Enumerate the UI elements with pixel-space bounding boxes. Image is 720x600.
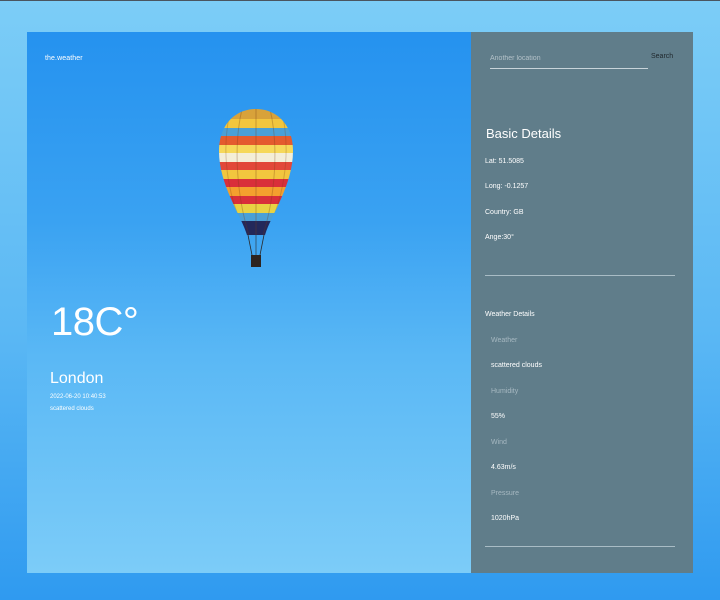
weather-label: Weather [491,337,518,344]
weather-description: scattered clouds [50,406,94,412]
temperature-display: 18C° [51,300,139,344]
window-top-border [0,0,720,1]
weather-value: scattered clouds [491,362,542,369]
latitude-value: Lat: 51.5085 [485,158,524,165]
brand-logo[interactable]: the.weather [45,55,83,62]
date-time: 2022-06-20 10:40:53 [50,394,106,400]
pressure-label: Pressure [491,490,520,497]
wind-value: 4.63m/s [491,464,516,471]
weather-app: the.weather 18C° London 2022-06-20 10:40… [27,32,693,573]
longitude-value: Long: -0.1257 [485,183,529,190]
pressure-value: 1020hPa [491,515,520,522]
hero-section: the.weather 18C° London 2022-06-20 10:40… [27,32,471,573]
search-button[interactable]: Search [651,49,693,63]
details-panel: Search Basic Details Lat: 51.5085 Long: … [471,32,693,573]
angle-value: Ange:30° [485,234,514,241]
city-name: London [50,370,104,387]
bottom-divider [485,546,675,547]
weather-details-title: Weather Details [485,311,535,318]
humidity-value: 55% [491,413,506,420]
section-divider [485,275,675,276]
hot-air-balloon-image [219,109,293,267]
basic-details-title: Basic Details [486,126,562,141]
location-search-input[interactable] [490,48,648,69]
wind-label: Wind [491,439,507,446]
humidity-label: Humidity [491,388,519,395]
country-value: Country: GB [485,209,524,216]
